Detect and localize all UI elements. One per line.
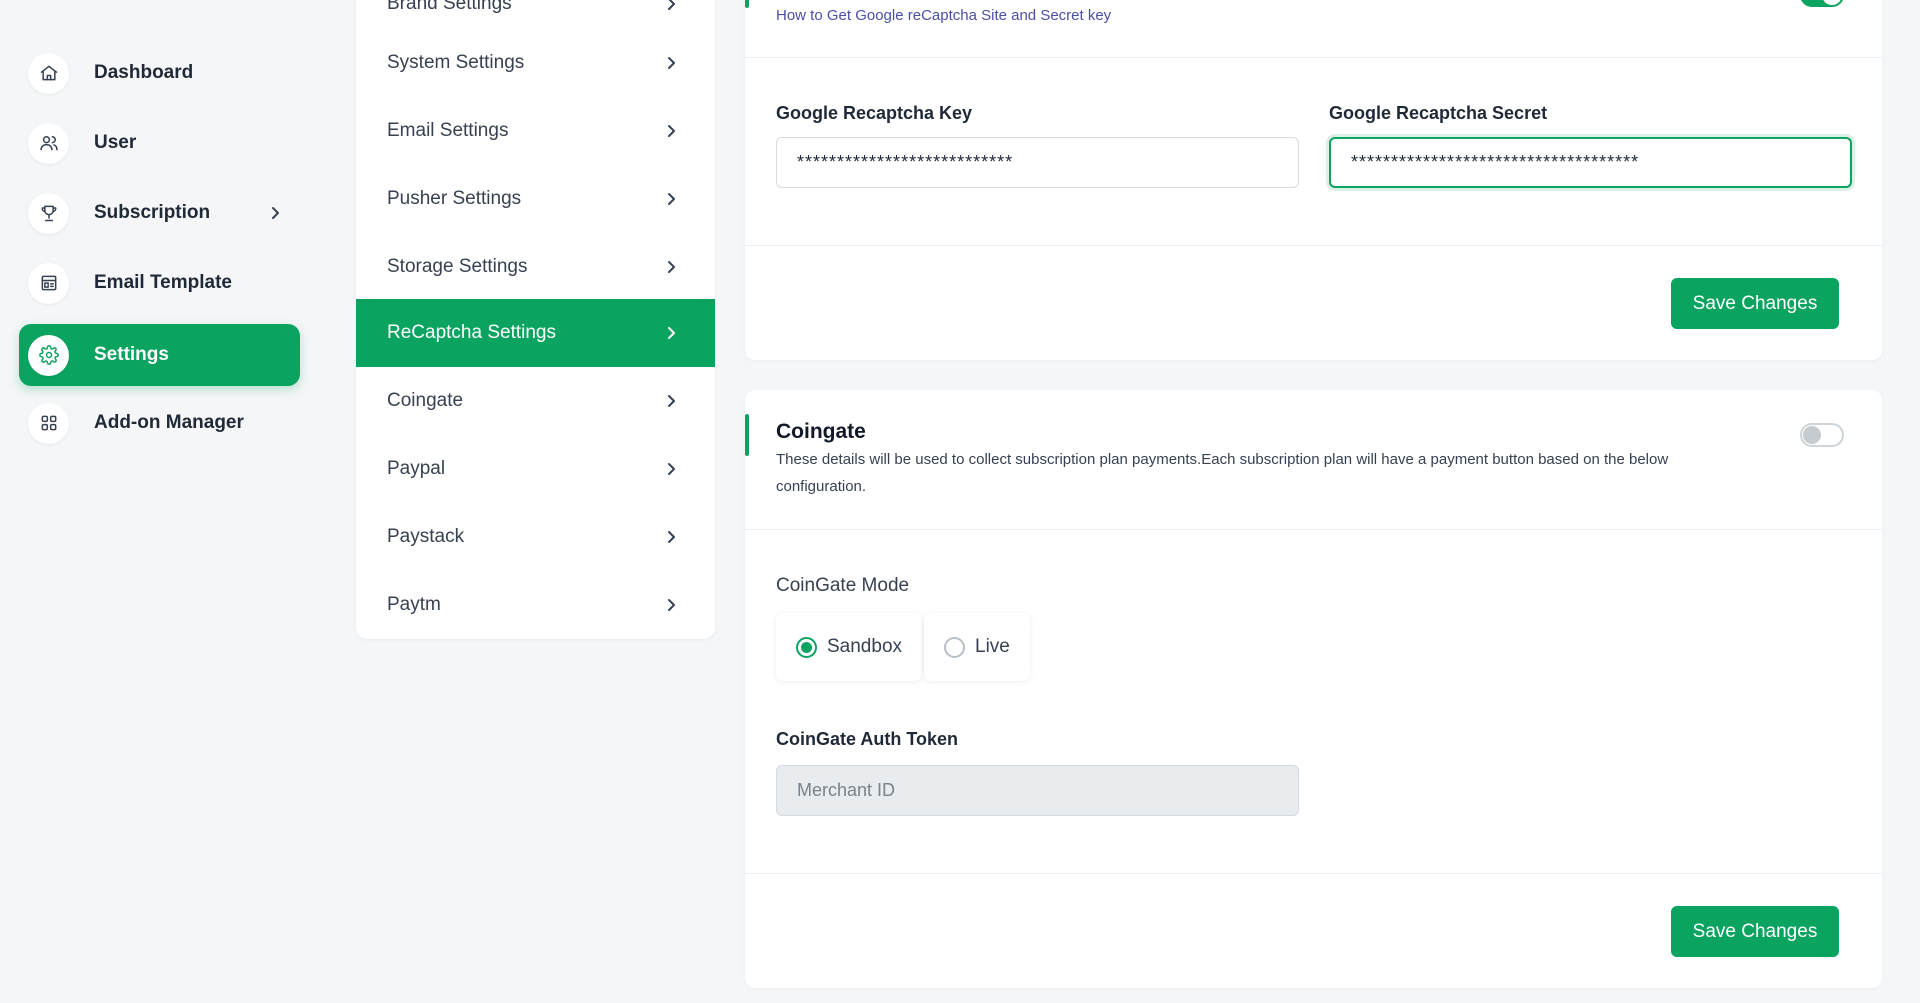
sidebar-item-addon-manager[interactable]: Add-on Manager — [19, 392, 300, 454]
settings-menu: Brand Settings System Settings Email Set… — [356, 0, 715, 639]
sidebar-item-subscription[interactable]: Subscription — [19, 182, 300, 244]
main-sidebar: Dashboard User Subscription Email Templa… — [0, 0, 320, 1003]
chevron-right-icon — [668, 599, 675, 611]
toggle-knob — [1803, 426, 1821, 444]
menu-item-label: Paystack — [387, 526, 465, 547]
coingate-token-input[interactable] — [776, 765, 1299, 816]
coingate-enable-toggle[interactable] — [1800, 423, 1844, 447]
recaptcha-save-button[interactable]: Save Changes — [1671, 278, 1839, 329]
chevron-right-icon — [668, 531, 675, 543]
coingate-description: These details will be used to collect su… — [776, 451, 1669, 495]
radio-label: Live — [975, 636, 1010, 657]
menu-item-paytm[interactable]: Paytm — [356, 571, 715, 639]
sidebar-item-label: Dashboard — [94, 62, 194, 83]
sidebar-item-label: Email Template — [94, 272, 232, 293]
recaptcha-key-label: Google Recaptcha Key — [776, 103, 973, 123]
coingate-save-button[interactable]: Save Changes — [1671, 906, 1839, 957]
section-divider — [745, 873, 1882, 874]
chevron-right-icon — [668, 327, 675, 339]
radio-unchecked-icon — [944, 636, 966, 658]
coingate-mode-radio-group: Sandbox Live — [776, 613, 1030, 681]
menu-item-paypal[interactable]: Paypal — [356, 435, 715, 503]
sidebar-item-label: Settings — [94, 344, 169, 365]
menu-item-pusher-settings[interactable]: Pusher Settings — [356, 165, 715, 233]
toggle-knob — [1822, 0, 1842, 5]
menu-item-label: Paytm — [387, 594, 441, 615]
radio-label: Sandbox — [827, 636, 903, 657]
menu-item-label: Coingate — [387, 390, 464, 411]
sidebar-item-email-template[interactable]: Email Template — [19, 252, 300, 314]
chevron-right-icon — [668, 261, 675, 273]
radio-sandbox[interactable]: Sandbox — [776, 613, 923, 681]
menu-item-label: Email Settings — [387, 120, 509, 141]
sidebar-item-label: Add-on Manager — [94, 412, 244, 433]
coingate-settings-card: Coingate These details will be used to c… — [745, 390, 1882, 988]
chevron-right-icon — [668, 463, 675, 475]
sidebar-item-label: Subscription — [94, 202, 211, 223]
grid-icon — [28, 402, 69, 444]
chevron-right-icon — [668, 0, 675, 10]
radio-checked-icon — [796, 636, 817, 658]
recaptcha-settings-card: How to Get Google reCaptcha Site and Sec… — [745, 0, 1882, 360]
chevron-right-icon — [668, 193, 675, 205]
menu-item-paystack[interactable]: Paystack — [356, 503, 715, 571]
menu-item-label: Brand Settings — [387, 0, 512, 14]
sidebar-item-user[interactable]: User — [19, 112, 300, 174]
recaptcha-secret-label: Google Recaptcha Secret — [1329, 103, 1548, 123]
menu-item-label: Paypal — [387, 458, 446, 479]
menu-item-label: Storage Settings — [387, 256, 528, 277]
radio-live[interactable]: Live — [924, 613, 1030, 681]
chevron-right-icon — [668, 57, 675, 69]
recaptcha-key-input[interactable] — [776, 137, 1299, 188]
section-accent-bar — [745, 414, 749, 456]
menu-item-label: ReCaptcha Settings — [387, 322, 556, 343]
menu-item-coingate[interactable]: Coingate — [356, 367, 715, 435]
coingate-token-label: CoinGate Auth Token — [776, 729, 958, 749]
section-divider — [745, 245, 1882, 246]
section-divider — [745, 57, 1882, 58]
chevron-right-icon — [668, 125, 675, 137]
template-icon — [28, 262, 69, 304]
menu-item-recaptcha-settings[interactable]: ReCaptcha Settings — [356, 299, 715, 367]
coingate-title: Coingate — [776, 420, 866, 443]
menu-item-email-settings[interactable]: Email Settings — [356, 97, 715, 165]
menu-item-storage-settings[interactable]: Storage Settings — [356, 233, 715, 301]
users-icon — [28, 122, 69, 164]
recaptcha-help-link[interactable]: How to Get Google reCaptcha Site and Sec… — [776, 7, 1111, 24]
trophy-icon — [28, 192, 69, 234]
recaptcha-enable-toggle[interactable] — [1800, 0, 1844, 7]
menu-item-label: System Settings — [387, 52, 525, 73]
section-divider — [745, 529, 1882, 530]
sidebar-item-label: User — [94, 132, 137, 153]
coingate-mode-label: CoinGate Mode — [776, 575, 910, 596]
chevron-right-icon — [272, 207, 279, 219]
menu-item-label: Pusher Settings — [387, 188, 522, 209]
recaptcha-secret-input[interactable] — [1329, 137, 1852, 188]
gear-icon — [28, 334, 69, 376]
menu-item-system-settings[interactable]: System Settings — [356, 29, 715, 97]
home-icon — [28, 52, 69, 94]
sidebar-item-dashboard[interactable]: Dashboard — [19, 42, 300, 104]
sidebar-item-settings[interactable]: Settings — [19, 324, 300, 386]
chevron-right-icon — [668, 395, 675, 407]
section-accent-bar — [745, 0, 749, 8]
